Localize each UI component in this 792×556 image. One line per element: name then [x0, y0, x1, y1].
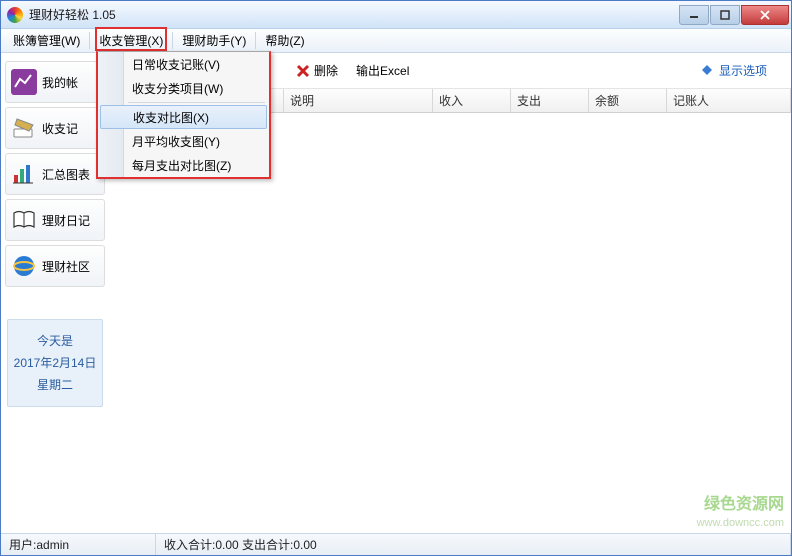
- col-balance[interactable]: 余额: [589, 89, 667, 112]
- dropdown-menu: 日常收支记账(V) 收支分类项目(W) 收支对比图(X) 月平均收支图(Y) 每…: [96, 51, 271, 179]
- today-weekday: 星期二: [8, 374, 102, 396]
- nav-community[interactable]: 理财社区: [5, 245, 105, 287]
- col-expense[interactable]: 支出: [511, 89, 589, 112]
- close-button[interactable]: [741, 5, 789, 25]
- menu-item-monthly-expense[interactable]: 每月支出对比图(Z): [98, 153, 269, 177]
- maximize-button[interactable]: [710, 5, 740, 25]
- today-date: 2017年2月14日: [8, 352, 102, 374]
- chart-icon: [10, 68, 38, 96]
- delete-button[interactable]: 删除: [295, 62, 338, 79]
- diamond-icon: [700, 63, 716, 79]
- today-label: 今天是: [8, 330, 102, 352]
- display-options-button[interactable]: 显示选项: [700, 62, 767, 79]
- menu-item-daily[interactable]: 日常收支记账(V): [98, 52, 269, 76]
- nav-my-account[interactable]: 我的帐: [5, 61, 105, 103]
- nav-label: 理财社区: [42, 258, 90, 275]
- nav-label: 汇总图表: [42, 166, 90, 183]
- status-totals: 收入合计:0.00 支出合计:0.00: [156, 534, 791, 555]
- menu-help[interactable]: 帮助(Z): [257, 29, 312, 52]
- col-desc[interactable]: 说明: [284, 89, 433, 112]
- app-icon: [7, 7, 23, 23]
- statusbar: 用户: admin 收入合计:0.00 支出合计:0.00: [1, 533, 791, 555]
- status-user: 用户: admin: [1, 534, 156, 555]
- pencil-icon: [10, 114, 38, 142]
- export-button[interactable]: 输出Excel: [356, 62, 409, 79]
- nav-label: 我的帐: [42, 74, 78, 91]
- menu-item-compare[interactable]: 收支对比图(X): [100, 105, 267, 129]
- minimize-button[interactable]: [679, 5, 709, 25]
- menubar: 账簿管理(W) 收支管理(X) 理财助手(Y) 帮助(Z): [1, 29, 791, 53]
- menu-income[interactable]: 收支管理(X): [91, 29, 171, 52]
- nav-diary[interactable]: 理财日记: [5, 199, 105, 241]
- bar-chart-icon: [10, 160, 38, 188]
- nav-label: 理财日记: [42, 212, 90, 229]
- window-title: 理财好轻松 1.05: [29, 6, 678, 23]
- book-icon: [10, 206, 38, 234]
- ie-icon: [10, 252, 38, 280]
- col-income[interactable]: 收入: [433, 89, 511, 112]
- nav-label: 收支记: [42, 120, 78, 137]
- sidebar: 我的帐 收支记 汇总图表 理财日记 理财社区 今天是 2017年2月14日: [1, 53, 109, 533]
- nav-income-record[interactable]: 收支记: [5, 107, 105, 149]
- menu-accounts[interactable]: 账簿管理(W): [5, 29, 88, 52]
- date-box: 今天是 2017年2月14日 星期二: [7, 319, 103, 407]
- nav-summary-chart[interactable]: 汇总图表: [5, 153, 105, 195]
- titlebar: 理财好轻松 1.05: [1, 1, 791, 29]
- col-recorder[interactable]: 记账人: [667, 89, 791, 112]
- delete-icon: [295, 63, 311, 79]
- menu-assistant[interactable]: 理财助手(Y): [174, 29, 254, 52]
- menu-item-monthly-avg[interactable]: 月平均收支图(Y): [98, 129, 269, 153]
- menu-item-category[interactable]: 收支分类项目(W): [98, 76, 269, 100]
